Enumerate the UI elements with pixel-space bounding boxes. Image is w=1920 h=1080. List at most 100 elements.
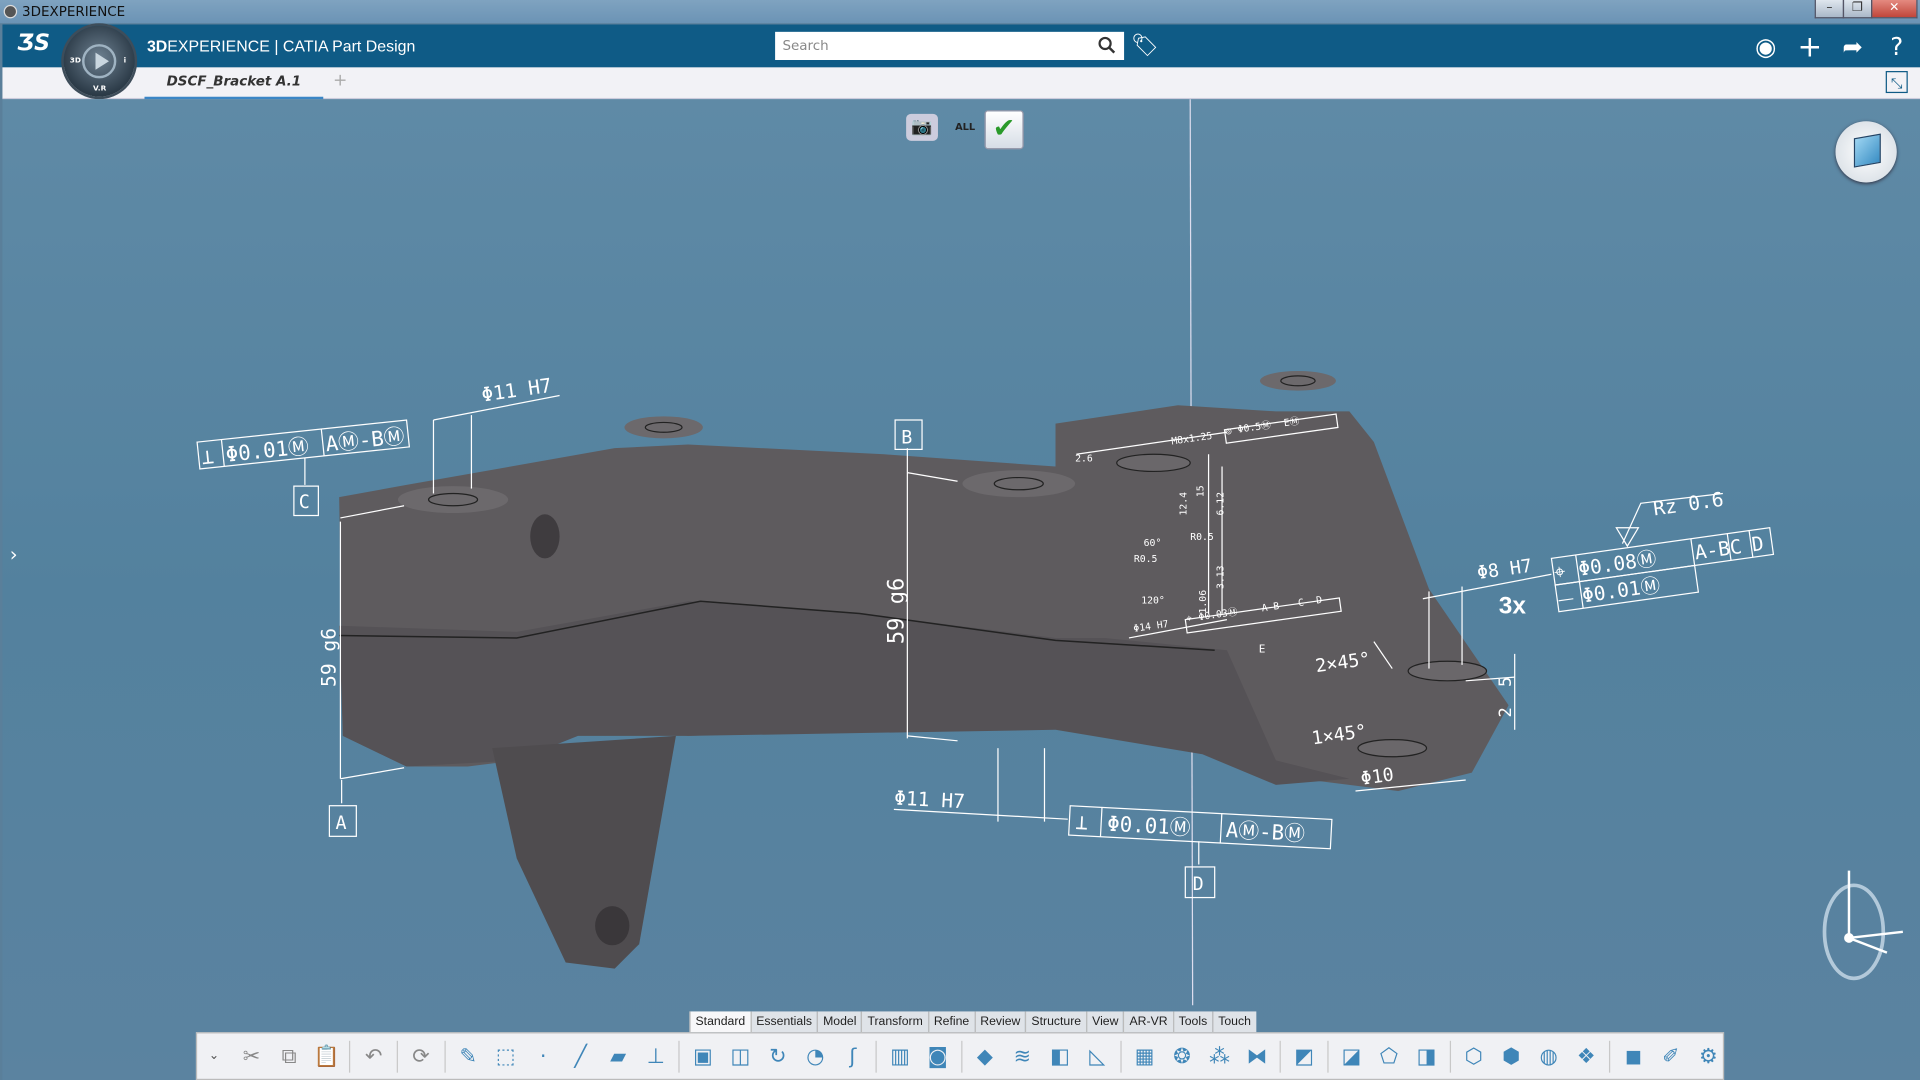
line-icon[interactable]: ╱ bbox=[566, 1041, 595, 1070]
rib-icon[interactable]: ʃ bbox=[838, 1041, 867, 1070]
minimize-button[interactable]: – bbox=[1814, 0, 1845, 19]
toolbar-separator bbox=[1609, 1040, 1611, 1073]
add-tab-button[interactable]: + bbox=[333, 71, 347, 91]
pad-icon[interactable]: ▣ bbox=[688, 1041, 717, 1070]
3d-viewport[interactable]: › 📷 ALL ✔ ⊥ Φ0.01Ⓜ AⓂ-BⓂ Φ11 H7 C B A D … bbox=[2, 99, 1920, 1080]
fillet-icon[interactable]: ◪ bbox=[1337, 1041, 1366, 1070]
copy-icon[interactable]: ⧉ bbox=[275, 1041, 304, 1070]
undo-icon[interactable]: ↶ bbox=[359, 1041, 388, 1070]
tab-model[interactable]: Model bbox=[816, 1011, 862, 1033]
measure-icon[interactable]: ◼ bbox=[1619, 1041, 1648, 1070]
remove-body-icon[interactable]: ⬢ bbox=[1497, 1041, 1526, 1070]
update-icon[interactable]: ⟳ bbox=[407, 1041, 436, 1070]
tab-essentials[interactable]: Essentials bbox=[750, 1011, 817, 1033]
positioned-sketch-icon[interactable]: ⬚ bbox=[491, 1041, 520, 1070]
tab-standard[interactable]: Standard bbox=[689, 1011, 751, 1033]
pmi-text: 6.12 bbox=[1215, 492, 1226, 516]
search-icon[interactable] bbox=[1097, 36, 1117, 56]
circular-pattern-icon[interactable]: ❂ bbox=[1168, 1041, 1197, 1070]
action-bar: ⌄ ✂ ⧉ 📋 ↶ ⟳ ✎ ⬚ · ╱ ▰ ⊥ ▣ ◫ ↻ ◔ ʃ ▥ ◙ ◆ ≋ ◧ ◺ ▦ ❂ ⁂ ⧓ ◩ ◪ ⬠ ◨ ⬡ ⬢ ◍ ❖ ◼ ✐ ⚙ bbox=[195, 1032, 1725, 1080]
mirror-icon[interactable]: ⧓ bbox=[1243, 1041, 1272, 1070]
pmi-text: Rz 0.6 bbox=[1652, 488, 1725, 521]
pmi-text: D bbox=[1750, 532, 1765, 556]
hole-icon[interactable]: ◙ bbox=[923, 1041, 952, 1070]
pmi-text: C bbox=[1728, 535, 1743, 559]
3d-annotation-icon[interactable]: ✐ bbox=[1656, 1041, 1685, 1070]
pmi-text: R0.5 bbox=[1190, 532, 1214, 543]
play-icon[interactable] bbox=[82, 44, 117, 79]
tab-dscf-bracket[interactable]: DSCF_Bracket A.1 bbox=[144, 67, 324, 100]
share-icon[interactable]: ➦ bbox=[1838, 32, 1867, 61]
hole-top-dim: Φ11 H7 bbox=[480, 374, 553, 407]
user-profile-icon[interactable]: ◉ bbox=[1751, 32, 1780, 61]
pmi-text: 12.4 bbox=[1179, 492, 1190, 516]
groove-icon[interactable]: ◔ bbox=[801, 1041, 830, 1070]
search-input[interactable]: Search bbox=[775, 31, 1125, 61]
close-button[interactable]: ✕ bbox=[1871, 0, 1918, 19]
draft-icon[interactable]: ◩ bbox=[1290, 1041, 1319, 1070]
help-icon[interactable]: ? bbox=[1882, 32, 1911, 61]
knowledge-icon[interactable]: ⚙ bbox=[1694, 1041, 1723, 1070]
pmi-text: Φ0.01Ⓜ bbox=[1107, 812, 1192, 840]
thick-surface-icon[interactable]: ◆ bbox=[970, 1041, 999, 1070]
union-trim-icon[interactable]: ❖ bbox=[1572, 1041, 1601, 1070]
action-bar-menu-icon[interactable]: ⌄ bbox=[200, 1041, 229, 1070]
axis-system-icon[interactable]: ⊥ bbox=[641, 1041, 670, 1070]
thread-icon[interactable]: ▥ bbox=[886, 1041, 915, 1070]
tab-refine[interactable]: Refine bbox=[927, 1011, 975, 1033]
pmi-text: ⏤ bbox=[1556, 586, 1575, 611]
point-icon[interactable]: · bbox=[529, 1041, 558, 1070]
datum-a: A bbox=[336, 813, 347, 834]
rectangular-pattern-icon[interactable]: ▦ bbox=[1130, 1041, 1159, 1070]
ds-logo[interactable]: ƷS bbox=[17, 31, 50, 57]
paste-icon[interactable]: 📋 bbox=[312, 1041, 341, 1070]
restore-button[interactable]: ❐ bbox=[1842, 0, 1873, 19]
shell-icon[interactable]: ◧ bbox=[1045, 1041, 1074, 1070]
pmi-text: AⓂ-BⓂ bbox=[1225, 818, 1306, 846]
toolbar-separator bbox=[678, 1040, 680, 1073]
datum-c: C bbox=[299, 492, 310, 513]
tab-ar-vr[interactable]: AR-VR bbox=[1123, 1011, 1173, 1033]
pmi-text: 2×45° bbox=[1314, 649, 1372, 677]
cut-icon[interactable]: ✂ bbox=[237, 1041, 266, 1070]
pmi-text: A-B bbox=[1693, 537, 1731, 565]
tab-transform[interactable]: Transform bbox=[861, 1011, 928, 1033]
pmi-text: Φ10 bbox=[1359, 764, 1395, 789]
add-icon[interactable]: + bbox=[1795, 32, 1824, 61]
sketch-icon[interactable]: ✎ bbox=[454, 1041, 483, 1070]
tab-structure[interactable]: Structure bbox=[1025, 1011, 1087, 1033]
pmi-annotations: ⊥ Φ0.01Ⓜ AⓂ-BⓂ Φ11 H7 C B A D E 59 g6 59 g… bbox=[200, 374, 1765, 895]
height-left-dim: 59 g6 bbox=[318, 628, 341, 687]
pmi-text: R0.5 bbox=[1134, 554, 1158, 565]
stiffener-icon[interactable]: ◺ bbox=[1083, 1041, 1112, 1070]
fcf-datums: AⓂ-BⓂ bbox=[324, 424, 405, 456]
intersect-body-icon[interactable]: ◍ bbox=[1534, 1041, 1563, 1070]
pmi-text: 3.13 bbox=[1215, 565, 1226, 589]
tab-touch[interactable]: Touch bbox=[1212, 1011, 1256, 1033]
pmi-text: Φ14 H7 bbox=[1133, 619, 1170, 635]
app-brand: 3DEXPERIENCE | CATIA Part Design bbox=[146, 36, 416, 56]
collapse-icon[interactable]: ⤡ bbox=[1885, 71, 1908, 94]
tab-view[interactable]: View bbox=[1086, 1011, 1124, 1033]
pmi-text: 15 bbox=[1196, 485, 1207, 497]
tag-icon[interactable]: 🏷 bbox=[1130, 32, 1159, 61]
plane-icon[interactable]: ▰ bbox=[604, 1041, 633, 1070]
toolbar-separator bbox=[1120, 1040, 1122, 1073]
pmi-text: C bbox=[1297, 597, 1304, 609]
datum-e: E bbox=[1259, 643, 1266, 656]
robot-manipulator-icon[interactable] bbox=[1820, 864, 1912, 986]
close-surface-icon[interactable]: ≋ bbox=[1008, 1041, 1037, 1070]
tab-tools[interactable]: Tools bbox=[1172, 1011, 1213, 1033]
add-body-icon[interactable]: ⬡ bbox=[1459, 1041, 1488, 1070]
remove-face-icon[interactable]: ◨ bbox=[1412, 1041, 1441, 1070]
pmi-text: ⌖ bbox=[1186, 613, 1193, 625]
window-title: 3DEXPERIENCE bbox=[22, 3, 126, 20]
pocket-icon[interactable]: ◫ bbox=[726, 1041, 755, 1070]
user-pattern-icon[interactable]: ⁂ bbox=[1205, 1041, 1234, 1070]
compass-widget[interactable]: 3D V.R i bbox=[63, 25, 135, 97]
toolbar-separator bbox=[444, 1040, 446, 1073]
tab-review[interactable]: Review bbox=[974, 1011, 1026, 1033]
shaft-icon[interactable]: ↻ bbox=[763, 1041, 792, 1070]
chamfer-icon[interactable]: ⬠ bbox=[1375, 1041, 1404, 1070]
pmi-text: 1×45° bbox=[1310, 721, 1368, 749]
